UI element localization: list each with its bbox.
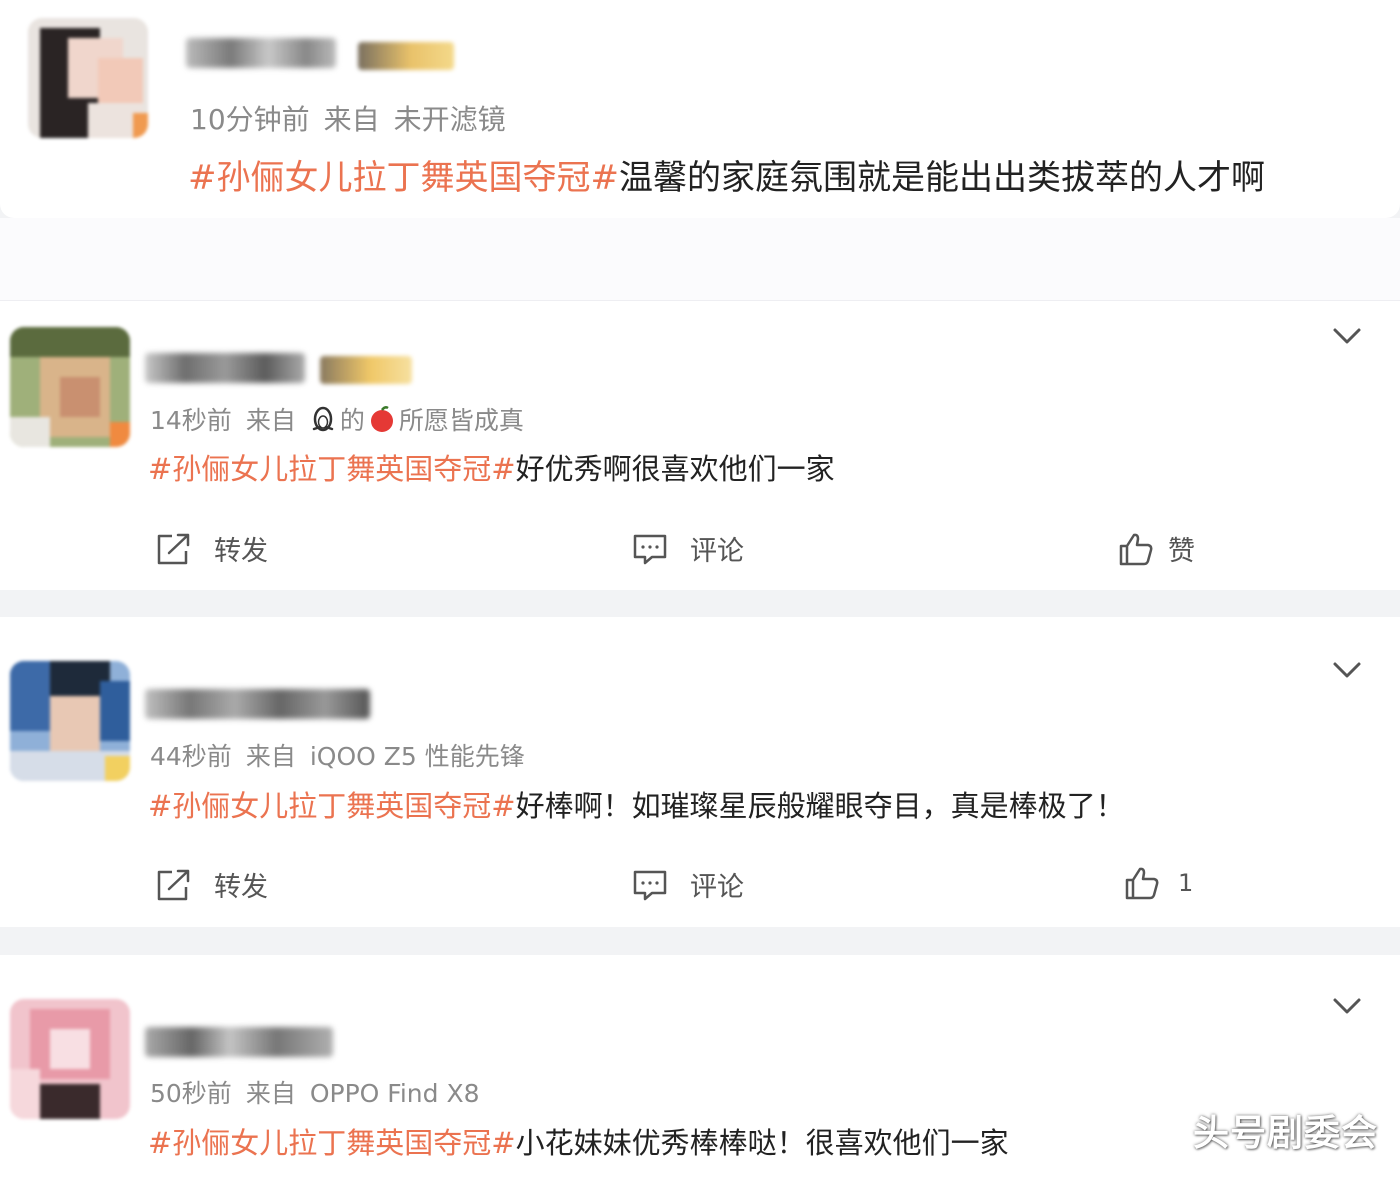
source-prefix: 来自 xyxy=(245,742,296,771)
like-button[interactable]: 赞 xyxy=(1118,529,1195,568)
repost-button[interactable]: 转发 xyxy=(156,865,268,904)
comment-button[interactable]: 评论 xyxy=(632,529,744,568)
user-badge-blurred xyxy=(358,42,454,70)
post-content: #孙俪女儿拉丁舞英国夺冠#小花妹妹优秀棒棒哒！很喜欢他们一家 xyxy=(148,1120,1009,1162)
post-content: #孙俪女儿拉丁舞英国夺冠#好优秀啊很喜欢他们一家 xyxy=(148,446,835,488)
post-meta: 14秒前 来自 的 所愿皆成真 xyxy=(150,401,538,437)
comment-button[interactable]: 评论 xyxy=(632,865,744,904)
post-body: 好优秀啊很喜欢他们一家 xyxy=(515,452,835,486)
post-source[interactable]: 未开滤镜 xyxy=(394,103,506,136)
source-prefix: 来自 xyxy=(323,103,380,136)
username-blurred[interactable] xyxy=(145,353,305,383)
username-blurred[interactable] xyxy=(145,1027,333,1057)
post-time: 50秒前 xyxy=(150,1079,232,1108)
like-button[interactable]: 1 xyxy=(1124,865,1193,901)
chevron-down-icon[interactable] xyxy=(1330,319,1364,353)
avatar[interactable] xyxy=(10,999,130,1119)
hashtag-link[interactable]: #孙俪女儿拉丁舞英国夺冠# xyxy=(148,1126,516,1160)
like-label: 赞 xyxy=(1168,536,1195,567)
post-content: #孙俪女儿拉丁舞英国夺冠#好棒啊！如璀璨星辰般耀眼夺目，真是棒极了！ xyxy=(148,783,1125,825)
post-time: 10分钟前 xyxy=(190,103,310,136)
comment-label: 评论 xyxy=(690,536,744,567)
thumbs-up-icon xyxy=(1125,867,1159,900)
divider xyxy=(0,218,1400,300)
comment-label: 评论 xyxy=(690,872,744,903)
hashtag-link[interactable]: #孙俪女儿拉丁舞英国夺冠# xyxy=(188,158,619,198)
post-card-3: 44秒前 来自 iQOO Z5 性能先锋 #孙俪女儿拉丁舞英国夺冠#好棒啊！如璀璨星… xyxy=(0,617,1400,927)
thumbs-up-icon xyxy=(1119,533,1153,565)
apple-icon xyxy=(370,406,393,432)
comment-icon xyxy=(633,534,667,564)
penguin-icon xyxy=(312,406,334,432)
repost-icon xyxy=(157,869,190,900)
post-time: 14秒前 xyxy=(150,406,232,435)
post-card-1: 10分钟前 来自 未开滤镜 #孙俪女儿拉丁舞英国夺冠#温馨的家庭氛围就是能出出类拔萃… xyxy=(0,0,1400,218)
repost-label: 转发 xyxy=(214,872,268,903)
post-time: 44秒前 xyxy=(150,742,232,771)
comment-icon xyxy=(633,870,667,900)
repost-icon xyxy=(157,533,190,564)
source-prefix: 来自 xyxy=(245,1079,296,1108)
repost-button[interactable]: 转发 xyxy=(156,529,268,568)
source-suffix: 所愿皆成真 xyxy=(398,406,524,435)
username-blurred[interactable] xyxy=(145,689,370,719)
post-card-4: 50秒前 来自 OPPO Find X8 #孙俪女儿拉丁舞英国夺冠#小花妹妹优秀棒棒… xyxy=(0,955,1400,1184)
hashtag-link[interactable]: #孙俪女儿拉丁舞英国夺冠# xyxy=(148,789,516,823)
post-body: 小花妹妹优秀棒棒哒！很喜欢他们一家 xyxy=(515,1126,1009,1160)
post-body: 好棒啊！如璀璨星辰般耀眼夺目，真是棒极了！ xyxy=(515,789,1125,823)
user-badge-blurred xyxy=(320,356,412,384)
post-source[interactable]: iQOO Z5 性能先锋 xyxy=(310,742,525,771)
post-content: #孙俪女儿拉丁舞英国夺冠#温馨的家庭氛围就是能出出类拔萃的人才啊 xyxy=(188,150,1265,199)
post-meta: 10分钟前 来自 未开滤镜 xyxy=(190,98,520,138)
chevron-down-icon[interactable] xyxy=(1330,653,1364,687)
post-source[interactable]: 的 xyxy=(340,401,365,437)
avatar[interactable] xyxy=(10,661,130,781)
post-meta: 50秒前 来自 OPPO Find X8 xyxy=(150,1074,493,1110)
post-body: 温馨的家庭氛围就是能出出类拔萃的人才啊 xyxy=(618,158,1265,198)
watermark: 头号剧委会 xyxy=(1192,1113,1378,1154)
post-card-2: 14秒前 来自 的 所愿皆成真 #孙俪女儿拉丁舞英国夺冠#好优秀啊很喜欢他们一家… xyxy=(0,300,1400,590)
source-prefix: 来自 xyxy=(245,406,296,435)
post-meta: 44秒前 来自 iQOO Z5 性能先锋 xyxy=(150,737,539,773)
repost-label: 转发 xyxy=(214,536,268,567)
avatar[interactable] xyxy=(10,327,130,447)
avatar[interactable] xyxy=(28,18,148,138)
chevron-down-icon[interactable] xyxy=(1330,989,1364,1023)
hashtag-link[interactable]: #孙俪女儿拉丁舞英国夺冠# xyxy=(148,452,516,486)
like-count: 1 xyxy=(1178,869,1194,897)
username-blurred[interactable] xyxy=(186,38,336,68)
post-source[interactable]: OPPO Find X8 xyxy=(310,1079,480,1108)
